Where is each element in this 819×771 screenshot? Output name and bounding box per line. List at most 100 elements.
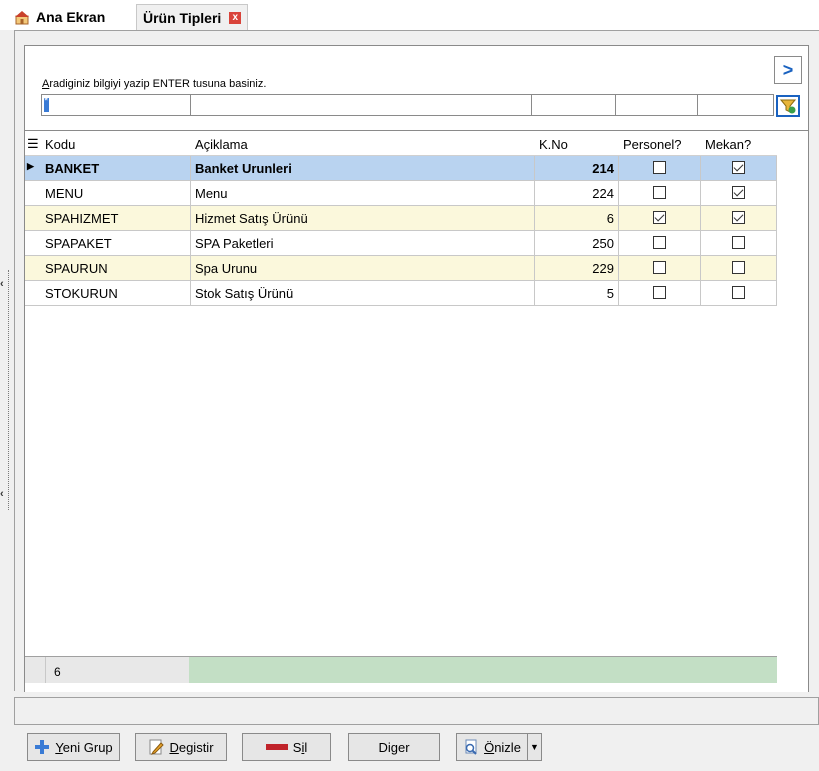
data-grid: ☰ Kodu Açiklama K.No Personel? Mekan? ▶ B… [25,131,777,306]
header-personel[interactable]: Personel? [619,131,701,155]
filter-area: Aradiginiz bilgiyi yazip ENTER tusuna ba… [25,46,808,131]
funnel-icon [780,99,796,114]
column-chooser-icon[interactable]: ☰ [25,131,41,155]
personel-checkbox[interactable] [653,161,666,174]
row-indicator [25,281,41,305]
cell-kno[interactable]: 224 [535,181,619,205]
record-count: 6 [45,657,189,683]
cell-kno[interactable]: 229 [535,256,619,280]
cell-aciklama[interactable]: Menu [191,181,535,205]
cell-mekan[interactable] [701,181,777,205]
row-indicator [25,231,41,255]
cell-kno[interactable]: 5 [535,281,619,305]
header-kno[interactable]: K.No [535,131,619,155]
personel-checkbox[interactable] [653,211,666,224]
filter-hint: Aradiginiz bilgiyi yazip ENTER tusuna ba… [42,78,267,90]
cell-kno[interactable]: 250 [535,231,619,255]
mekan-checkbox[interactable] [732,261,745,274]
cell-mekan[interactable] [701,281,777,305]
pencil-icon [149,739,165,755]
cell-mekan[interactable] [701,156,777,180]
row-indicator-icon: ▶ [27,161,34,171]
filter-kodu-input[interactable] [41,94,190,116]
header-aciklama[interactable]: Açiklama [191,131,535,155]
cell-mekan[interactable] [701,231,777,255]
mekan-checkbox[interactable] [732,186,745,199]
preview-button[interactable]: Önizle [456,733,528,761]
filter-personel-input[interactable] [615,94,697,116]
row-indicator [25,181,41,205]
grid-container: Aradiginiz bilgiyi yazip ENTER tusuna ba… [24,45,809,692]
cell-aciklama[interactable]: Banket Urunleri [191,156,535,180]
cell-kno[interactable]: 214 [535,156,619,180]
header-mekan[interactable]: Mekan? [701,131,777,155]
table-row[interactable]: ▶ BANKET Banket Urunleri 214 [25,156,777,181]
footer-summary [189,657,777,683]
cell-kodu[interactable]: BANKET [41,156,191,180]
filter-aciklama-input[interactable] [190,94,531,116]
cell-personel[interactable] [619,256,701,280]
filter-row [41,94,774,116]
table-row[interactable]: MENU Menu 224 [25,181,777,206]
table-row[interactable]: STOKURUN Stok Satış Ürünü 5 [25,281,777,306]
plus-icon [35,740,50,754]
cell-mekan[interactable] [701,256,777,280]
cell-aciklama[interactable]: Hizmet Satış Ürünü [191,206,535,230]
main-panel: Aradiginiz bilgiyi yazip ENTER tusuna ba… [14,30,819,692]
tab-label: Ana Ekran [36,9,106,25]
grid-footer: 6 [25,656,777,683]
mekan-checkbox[interactable] [732,286,745,299]
header-kodu[interactable]: Kodu [41,131,191,155]
delete-button[interactable]: Sil [242,733,331,761]
tab-urun-tipleri[interactable]: Ürün Tipleri x [136,4,249,31]
personel-checkbox[interactable] [653,286,666,299]
cell-mekan[interactable] [701,206,777,230]
cell-kodu[interactable]: SPAURUN [41,256,191,280]
collapse-left-icon[interactable]: ‹ [0,278,4,290]
cell-kodu[interactable]: MENU [41,181,191,205]
table-row[interactable]: SPAHIZMET Hizmet Satış Ürünü 6 [25,206,777,231]
personel-checkbox[interactable] [653,186,666,199]
mekan-checkbox[interactable] [732,236,745,249]
personel-checkbox[interactable] [653,261,666,274]
mekan-checkbox[interactable] [732,211,745,224]
cell-personel[interactable] [619,181,701,205]
cell-kodu[interactable]: STOKURUN [41,281,191,305]
cell-personel[interactable] [619,156,701,180]
cell-aciklama[interactable]: SPA Paketleri [191,231,535,255]
tab-bar: Ana Ekran Ürün Tipleri x [0,0,819,31]
status-bar [14,697,819,725]
minus-icon [265,744,288,750]
filter-kno-input[interactable] [531,94,615,116]
new-group-button[interactable]: Yeni Grup [27,733,120,761]
tab-ana-ekran[interactable]: Ana Ekran [14,5,105,29]
cell-kno[interactable]: 6 [535,206,619,230]
row-indicator [25,206,41,230]
apply-filter-button[interactable] [776,95,800,117]
edit-button[interactable]: Degistir [135,733,227,761]
cell-personel[interactable] [619,231,701,255]
splitter-handle[interactable]: ‹ ‹ [0,270,9,510]
row-indicator [25,256,41,280]
collapse-left-icon[interactable]: ‹ [0,488,4,500]
cell-kodu[interactable]: SPAPAKET [41,231,191,255]
close-icon[interactable]: x [229,12,242,24]
table-row[interactable]: SPAURUN Spa Urunu 229 [25,256,777,281]
chevron-right-icon: > [782,59,794,80]
other-button[interactable]: Diger [348,733,440,761]
tab-label: Ürün Tipleri [143,10,222,26]
cell-personel[interactable] [619,281,701,305]
next-button[interactable]: > [774,56,802,84]
cell-personel[interactable] [619,206,701,230]
home-icon [15,11,29,25]
cell-aciklama[interactable]: Stok Satış Ürünü [191,281,535,305]
personel-checkbox[interactable] [653,236,666,249]
preview-icon [465,739,477,755]
table-row[interactable]: SPAPAKET SPA Paketleri 250 [25,231,777,256]
preview-dropdown-button[interactable]: ▼ [527,733,542,761]
cell-aciklama[interactable]: Spa Urunu [191,256,535,280]
cell-kodu[interactable]: SPAHIZMET [41,206,191,230]
mekan-checkbox[interactable] [732,161,745,174]
chevron-down-icon: ▼ [530,742,539,752]
filter-mekan-input[interactable] [697,94,774,116]
